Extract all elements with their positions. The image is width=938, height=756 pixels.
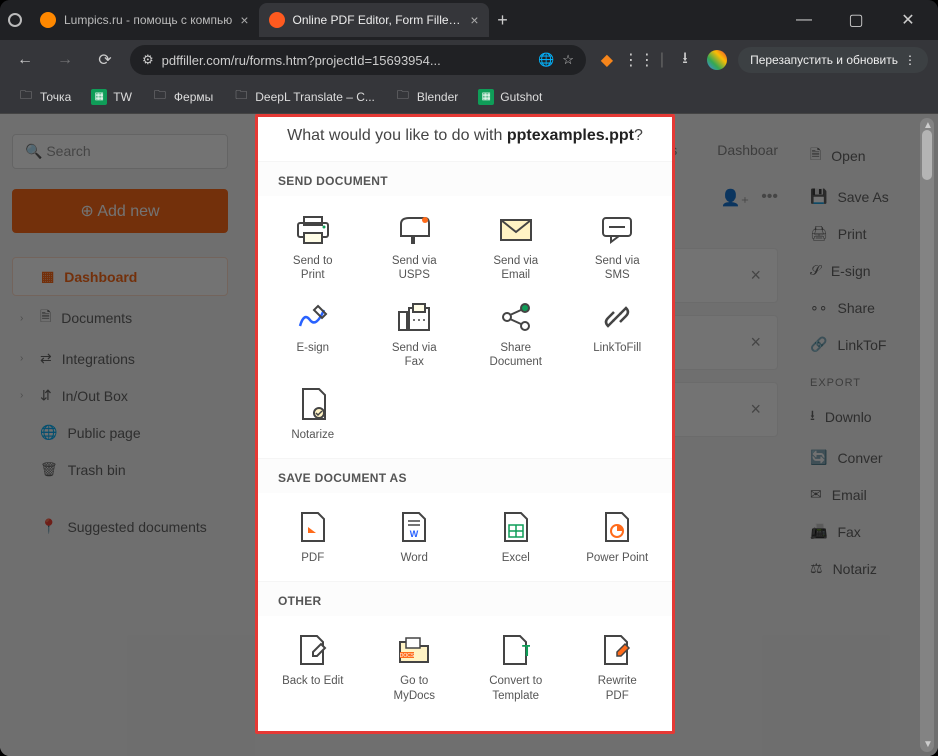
new-tab-button[interactable]: + (489, 6, 517, 34)
mailbox-icon (396, 212, 432, 248)
notarize-icon (295, 386, 331, 422)
edit-doc-icon (295, 632, 331, 668)
toolbar: ← → ⟳ ⚙ pdffiller.com/ru/forms.htm?proje… (0, 40, 938, 80)
send-via-email[interactable]: Send viaEmail (465, 206, 567, 293)
tab-title: Lumpics.ru - помощь с компью (64, 13, 232, 27)
favicon-icon (269, 12, 285, 28)
minimize-button[interactable]: — (782, 5, 826, 35)
scroll-thumb[interactable] (922, 130, 932, 180)
section-send-document: SEND DOCUMENT (258, 161, 672, 196)
save-pdf[interactable]: PDF (262, 503, 364, 575)
template-icon: T (498, 632, 534, 668)
save-word[interactable]: W Word (364, 503, 466, 575)
titlebar: Lumpics.ru - помощь с компью × Online PD… (0, 0, 938, 40)
pdf-icon (295, 509, 331, 545)
section-save-as: SAVE DOCUMENT AS (258, 458, 672, 493)
linktofill[interactable]: LinkToFill (567, 293, 669, 380)
back-button[interactable]: ← (10, 45, 40, 75)
notarize[interactable]: Notarize (262, 380, 364, 452)
convert-to-template[interactable]: T Convert toTemplate (465, 626, 567, 713)
back-to-edit[interactable]: Back to Edit (262, 626, 364, 713)
folder-docs-icon: DOCS (396, 632, 432, 668)
bookmark-star-icon[interactable]: ☆ (562, 52, 574, 68)
close-icon[interactable]: × (240, 12, 248, 28)
rewrite-icon (599, 632, 635, 668)
reload-button[interactable]: ⟳ (90, 45, 120, 75)
close-icon[interactable]: × (470, 12, 478, 28)
other-grid: Back to Edit DOCS Go toMyDocs T Convert … (258, 616, 672, 719)
esign[interactable]: E-sign (262, 293, 364, 380)
send-grid: Send toPrint Send viaUSPS Send viaEmail … (258, 196, 672, 458)
maximize-button[interactable]: ▢ (834, 5, 878, 35)
folder-icon: 🗀 (233, 89, 249, 105)
folder-icon: 🗀 (395, 89, 411, 105)
printer-icon (295, 212, 331, 248)
tab-lumpics[interactable]: Lumpics.ru - помощь с компью × (30, 3, 259, 37)
sheets-icon: ▦ (91, 89, 107, 105)
site-settings-icon[interactable]: ⚙ (142, 52, 154, 68)
svg-text:T: T (522, 643, 530, 660)
bookmark-tw[interactable]: ▦TW (83, 85, 140, 109)
scroll-down-icon[interactable]: ▼ (923, 739, 933, 750)
favicon-icon (40, 12, 56, 28)
link-icon (599, 299, 635, 335)
save-powerpoint[interactable]: Power Point (567, 503, 669, 575)
bookmark-gutshot[interactable]: ▦Gutshot (470, 85, 550, 109)
svg-text:DOCS: DOCS (400, 653, 415, 659)
bookmark-fermy[interactable]: 🗀Фермы (144, 85, 221, 109)
bookmark-blender[interactable]: 🗀Blender (387, 85, 466, 109)
profile-avatar[interactable] (706, 49, 728, 71)
sheets-icon: ▦ (478, 89, 494, 105)
browser-logo (8, 13, 22, 27)
rewrite-pdf[interactable]: RewritePDF (567, 626, 669, 713)
send-to-print[interactable]: Send toPrint (262, 206, 364, 293)
bookmark-deepl[interactable]: 🗀DeepL Translate – C... (225, 85, 383, 109)
save-excel[interactable]: Excel (465, 503, 567, 575)
share-icon (498, 299, 534, 335)
save-grid: PDF W Word Excel Power Point (258, 493, 672, 581)
folder-icon: 🗀 (18, 89, 34, 105)
scrollbar[interactable]: ▲ ▼ (920, 118, 934, 752)
bookmarks-bar: 🗀Точка ▦TW 🗀Фермы 🗀DeepL Translate – C..… (0, 80, 938, 114)
powerpoint-icon (599, 509, 635, 545)
downloads-icon[interactable]: ⭳ (674, 49, 696, 71)
tabs: Lumpics.ru - помощь с компью × Online PD… (30, 0, 782, 40)
action-modal: What would you like to do with pptexampl… (255, 114, 675, 734)
menu-icon: ⋮ (904, 53, 916, 67)
url-text: pdffiller.com/ru/forms.htm?projectId=156… (162, 53, 530, 68)
share-document[interactable]: ShareDocument (465, 293, 567, 380)
close-window-button[interactable]: ✕ (886, 5, 930, 35)
section-other: OTHER (258, 581, 672, 616)
address-bar[interactable]: ⚙ pdffiller.com/ru/forms.htm?projectId=1… (130, 45, 586, 75)
tab-title: Online PDF Editor, Form Filler, a (293, 13, 463, 27)
modal-title: What would you like to do with pptexampl… (258, 117, 672, 161)
page-content: 🔍 Search ⊕ Add new ▦ Dashboard ›🗎 Docume… (0, 114, 938, 756)
envelope-icon (498, 212, 534, 248)
fax-icon (396, 299, 432, 335)
extension-metamask-icon[interactable]: ◆ (596, 49, 618, 71)
excel-icon (498, 509, 534, 545)
extensions-icon[interactable]: ⋮⋮ (628, 49, 650, 71)
restart-update-button[interactable]: Перезапустить и обновить ⋮ (738, 47, 928, 73)
bookmark-tochka[interactable]: 🗀Точка (10, 85, 79, 109)
folder-icon: 🗀 (152, 89, 168, 105)
send-via-fax[interactable]: Send viaFax (364, 293, 466, 380)
browser-window: Lumpics.ru - помощь с компью × Online PD… (0, 0, 938, 756)
send-via-sms[interactable]: Send viaSMS (567, 206, 669, 293)
window-controls: — ▢ ✕ (782, 5, 930, 35)
goto-mydocs[interactable]: DOCS Go toMyDocs (364, 626, 466, 713)
sms-icon (599, 212, 635, 248)
word-icon: W (396, 509, 432, 545)
forward-button[interactable]: → (50, 45, 80, 75)
send-via-usps[interactable]: Send viaUSPS (364, 206, 466, 293)
translate-icon[interactable]: 🌐 (538, 52, 554, 68)
signature-icon (295, 299, 331, 335)
tab-pdffiller[interactable]: Online PDF Editor, Form Filler, a × (259, 3, 489, 37)
svg-text:W: W (410, 529, 419, 539)
